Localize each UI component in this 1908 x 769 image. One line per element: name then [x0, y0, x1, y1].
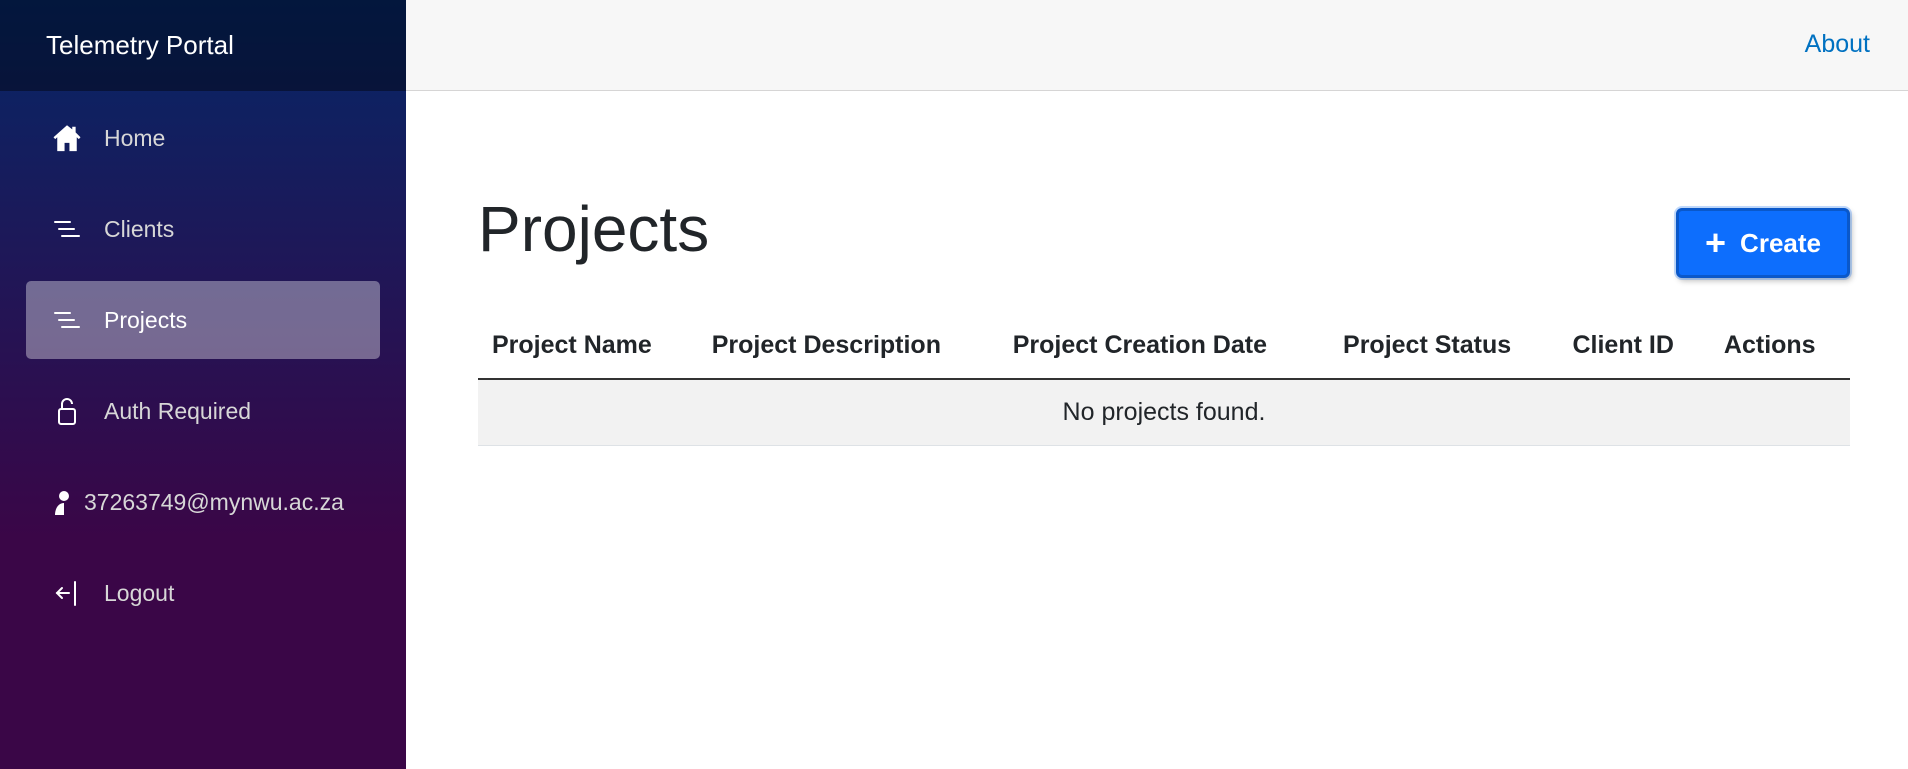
- sidebar-link-auth-required[interactable]: Auth Required: [26, 372, 380, 450]
- lock-icon: [52, 396, 82, 426]
- list-icon: [52, 214, 82, 244]
- brand-title[interactable]: Telemetry Portal: [0, 0, 406, 91]
- sidebar-item-label: Clients: [104, 215, 175, 242]
- column-header-project-creation-date: Project Creation Date: [998, 313, 1330, 380]
- top-bar: About: [406, 0, 1908, 91]
- sidebar-link-home[interactable]: Home: [26, 99, 380, 177]
- sidebar-item-user: 37263749@mynwu.ac.za: [0, 455, 406, 546]
- sidebar-item-label: Auth Required: [104, 397, 252, 424]
- column-header-project-description: Project Description: [697, 313, 999, 380]
- sidebar-link-clients[interactable]: Clients: [26, 190, 380, 268]
- column-header-project-status: Project Status: [1329, 313, 1559, 380]
- sidebar-link-projects[interactable]: Projects: [26, 281, 380, 359]
- home-icon: [52, 123, 82, 153]
- table-header-row: Project Name Project Description Project…: [478, 313, 1850, 380]
- sidebar-nav: Home Clients Projects Auth Required 3726…: [0, 91, 406, 637]
- sidebar-item-clients: Clients: [0, 182, 406, 273]
- empty-message: No projects found.: [478, 379, 1850, 446]
- sidebar-link-user[interactable]: 37263749@mynwu.ac.za: [26, 463, 380, 541]
- table-row: No projects found.: [478, 379, 1850, 446]
- sidebar-item-home: Home: [0, 91, 406, 182]
- sidebar: Telemetry Portal Home Clients Projects A…: [0, 0, 406, 769]
- sidebar-item-auth-required: Auth Required: [0, 364, 406, 455]
- column-header-project-name: Project Name: [478, 313, 698, 380]
- sidebar-item-logout: Logout: [0, 546, 406, 637]
- create-button-label: Create: [1740, 227, 1821, 258]
- column-header-client-id: Client ID: [1558, 313, 1710, 380]
- plus-icon: +: [1705, 222, 1727, 263]
- sidebar-item-label: Projects: [104, 306, 188, 333]
- about-link[interactable]: About: [1805, 30, 1870, 59]
- person-icon: [52, 487, 72, 517]
- projects-table: Project Name Project Description Project…: [478, 313, 1850, 446]
- sidebar-link-logout[interactable]: Logout: [26, 554, 380, 632]
- page-title: Projects: [478, 193, 710, 265]
- list-icon: [52, 305, 82, 335]
- sidebar-item-label: 37263749@mynwu.ac.za: [84, 488, 344, 515]
- column-header-actions: Actions: [1709, 313, 1850, 380]
- sidebar-item-label: Logout: [104, 579, 175, 606]
- sidebar-item-label: Home: [104, 124, 166, 151]
- create-button[interactable]: + Create: [1676, 208, 1850, 278]
- sidebar-item-projects: Projects: [0, 273, 406, 364]
- logout-icon: [52, 578, 82, 608]
